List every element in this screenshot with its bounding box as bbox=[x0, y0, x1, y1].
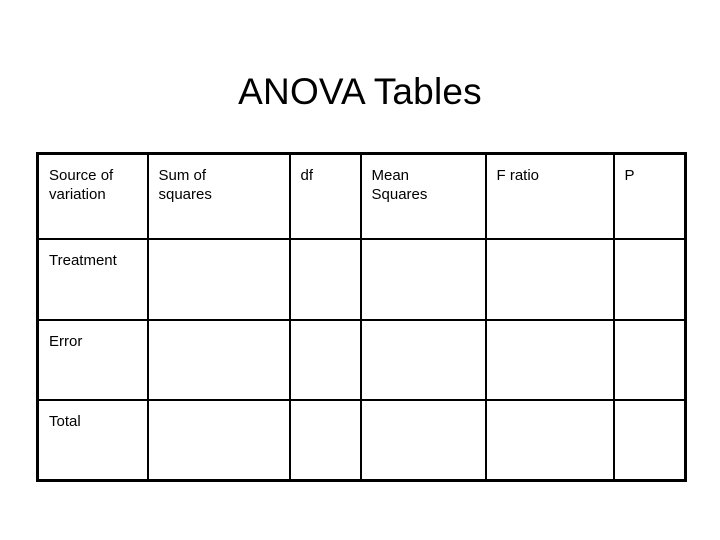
row-label: Total bbox=[49, 412, 81, 430]
cell-error-df[interactable] bbox=[288, 318, 362, 401]
row-label-error: Error bbox=[36, 318, 149, 401]
row-label-total: Total bbox=[36, 398, 149, 482]
table-row: Total bbox=[36, 398, 687, 482]
row-label: Treatment bbox=[49, 251, 117, 269]
cell-value bbox=[372, 251, 485, 252]
cell-value bbox=[497, 412, 613, 413]
column-header-label: Sum of squares bbox=[158, 167, 212, 203]
cell-error-sum-of-squares[interactable] bbox=[146, 318, 291, 401]
cell-value bbox=[159, 251, 289, 252]
page-title: ANOVA Tables bbox=[238, 71, 482, 112]
cell-error-f-ratio[interactable] bbox=[484, 318, 615, 401]
column-header-label: Source of variation bbox=[49, 167, 114, 203]
cell-value bbox=[625, 332, 685, 333]
row-label-treatment: Treatment bbox=[36, 237, 149, 321]
cell-value bbox=[372, 412, 485, 413]
table-row: Treatment bbox=[36, 237, 687, 321]
column-header-label: F ratio bbox=[496, 167, 540, 184]
column-header-label: Mean Squares bbox=[371, 167, 428, 203]
cell-value bbox=[301, 251, 360, 252]
cell-value bbox=[372, 332, 485, 333]
cell-treatment-p[interactable] bbox=[612, 237, 687, 321]
cell-error-p[interactable] bbox=[612, 318, 687, 401]
cell-treatment-sum-of-squares[interactable] bbox=[146, 237, 291, 321]
row-label: Error bbox=[49, 332, 83, 350]
anova-table: Source of variation Sum of squares df Me… bbox=[36, 152, 687, 482]
cell-value bbox=[301, 412, 360, 413]
anova-table-container: Source of variation Sum of squares df Me… bbox=[36, 152, 687, 482]
column-header-source-of-variation: Source of variation bbox=[36, 152, 149, 240]
column-header-f-ratio: F ratio bbox=[484, 152, 615, 240]
column-header-label: df bbox=[300, 167, 314, 184]
column-header-p: P bbox=[612, 152, 687, 240]
cell-value bbox=[497, 251, 613, 252]
table-header-row: Source of variation Sum of squares df Me… bbox=[36, 152, 687, 240]
cell-treatment-f-ratio[interactable] bbox=[484, 237, 615, 321]
cell-value bbox=[159, 412, 289, 413]
cell-value bbox=[159, 332, 289, 333]
column-header-label: P bbox=[624, 167, 635, 184]
column-header-mean-squares: Mean Squares bbox=[359, 152, 487, 240]
cell-total-mean-squares[interactable] bbox=[359, 398, 487, 482]
cell-total-p[interactable] bbox=[612, 398, 687, 482]
cell-value bbox=[301, 332, 360, 333]
cell-total-df[interactable] bbox=[288, 398, 362, 482]
cell-treatment-df[interactable] bbox=[288, 237, 362, 321]
cell-value bbox=[625, 251, 685, 252]
table-row: Error bbox=[36, 318, 687, 401]
cell-value bbox=[497, 332, 613, 333]
slide-canvas: ANOVA Tables Source of variation Sum of … bbox=[0, 0, 720, 540]
cell-value bbox=[625, 412, 685, 413]
column-header-sum-of-squares: Sum of squares bbox=[146, 152, 291, 240]
cell-total-sum-of-squares[interactable] bbox=[146, 398, 291, 482]
cell-error-mean-squares[interactable] bbox=[359, 318, 487, 401]
cell-treatment-mean-squares[interactable] bbox=[359, 237, 487, 321]
cell-total-f-ratio[interactable] bbox=[484, 398, 615, 482]
column-header-df: df bbox=[288, 152, 362, 240]
